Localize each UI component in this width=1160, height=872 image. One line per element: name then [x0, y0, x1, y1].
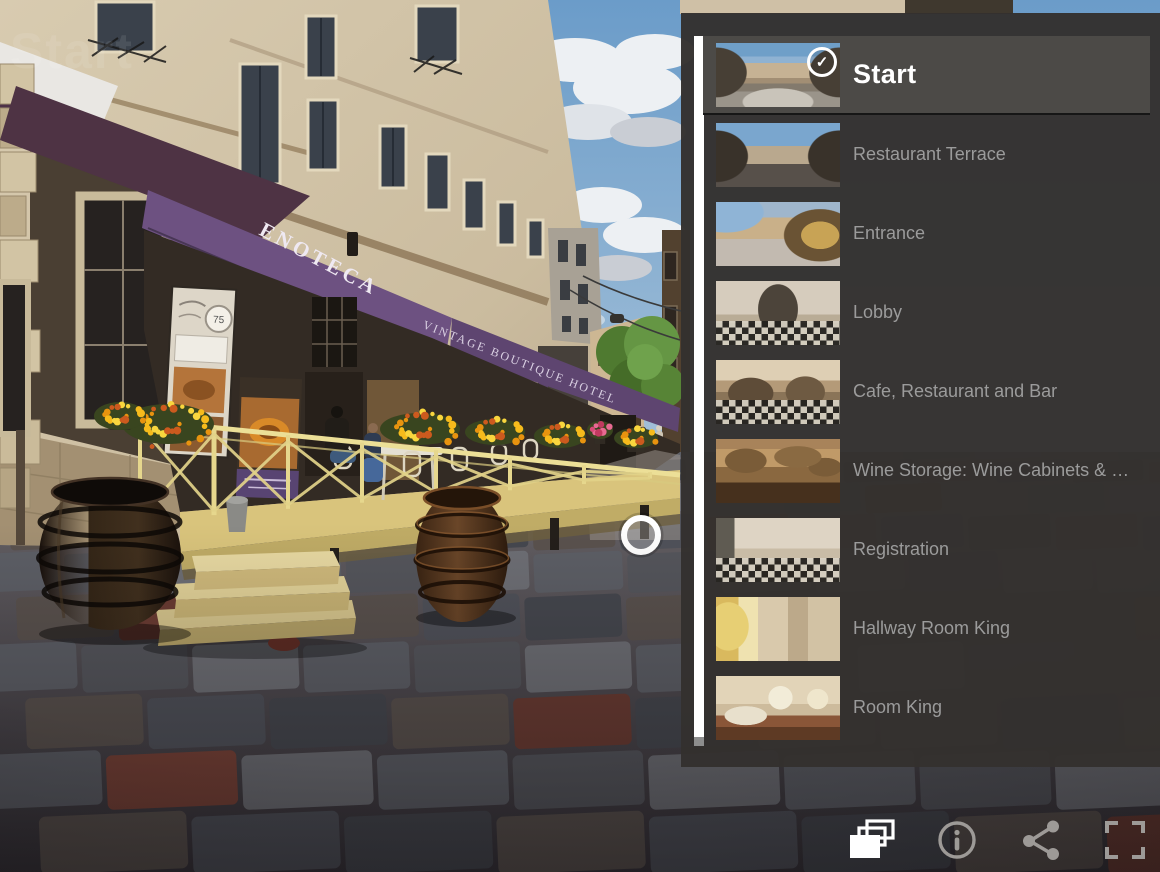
info-icon [936, 819, 978, 861]
drainpipe [16, 430, 25, 545]
scene-thumbnail[interactable] [716, 123, 840, 187]
scene-thumbnail[interactable]: ✓ [716, 43, 840, 107]
scene-label: Room King [853, 697, 942, 718]
scene-thumbnail[interactable] [716, 439, 840, 503]
scene-label: Lobby [853, 302, 902, 323]
scene-label: Entrance [853, 223, 925, 244]
street-lamp-icon [610, 314, 624, 323]
scene-label: Start [853, 59, 917, 90]
scene-thumbnail[interactable] [716, 360, 840, 424]
scene-list-item-entrance[interactable]: Entrance [703, 194, 1150, 273]
share-button[interactable] [1018, 816, 1064, 864]
scene-thumbnail[interactable] [716, 676, 840, 740]
scene-label: Hallway Room King [853, 618, 1010, 639]
fullscreen-icon [1103, 819, 1147, 861]
scene-list-item-room-king[interactable]: Room King [703, 668, 1150, 747]
scene-thumbnail[interactable] [716, 281, 840, 345]
scene-label: Registration [853, 539, 949, 560]
stacked-cards-icon [850, 819, 896, 861]
scene-label: Cafe, Restaurant and Bar [853, 381, 1057, 402]
scene-list: ✓ Start Restaurant Terrace Entrance Lobb… [681, 36, 1160, 747]
fullscreen-button[interactable] [1102, 816, 1148, 864]
scene-label: Wine Storage: Wine Cabinets & … [853, 460, 1129, 481]
selected-check-icon: ✓ [807, 47, 837, 77]
info-button[interactable] [934, 816, 980, 864]
scene-list-item-start[interactable]: ✓ Start [703, 36, 1150, 115]
top-roof-strip [680, 0, 908, 14]
viewer-toolbar [850, 816, 1148, 864]
scene-list-item-restaurant-terrace[interactable]: Restaurant Terrace [703, 115, 1150, 194]
scenes-button[interactable] [850, 816, 896, 864]
scene-list-item-hallway-room-king[interactable]: Hallway Room King [703, 589, 1150, 668]
scene-list-item-cafe-restaurant-bar[interactable]: Cafe, Restaurant and Bar [703, 352, 1150, 431]
scene-thumbnail[interactable] [716, 597, 840, 661]
menu-board-badge: 75 [213, 315, 225, 327]
share-icon [1020, 819, 1062, 861]
scene-list-item-lobby[interactable]: Lobby [703, 273, 1150, 352]
panorama-hotspot[interactable] [620, 514, 662, 556]
scene-thumbnail[interactable] [716, 518, 840, 582]
scene-list-item-wine-storage[interactable]: Wine Storage: Wine Cabinets & … [703, 431, 1150, 510]
bucket [226, 496, 248, 532]
scene-thumbnail[interactable] [716, 202, 840, 266]
scene-list-item-registration[interactable]: Registration [703, 510, 1150, 589]
scene-list-panel: ✓ Start Restaurant Terrace Entrance Lobb… [681, 13, 1160, 767]
scene-label: Restaurant Terrace [853, 144, 1006, 165]
